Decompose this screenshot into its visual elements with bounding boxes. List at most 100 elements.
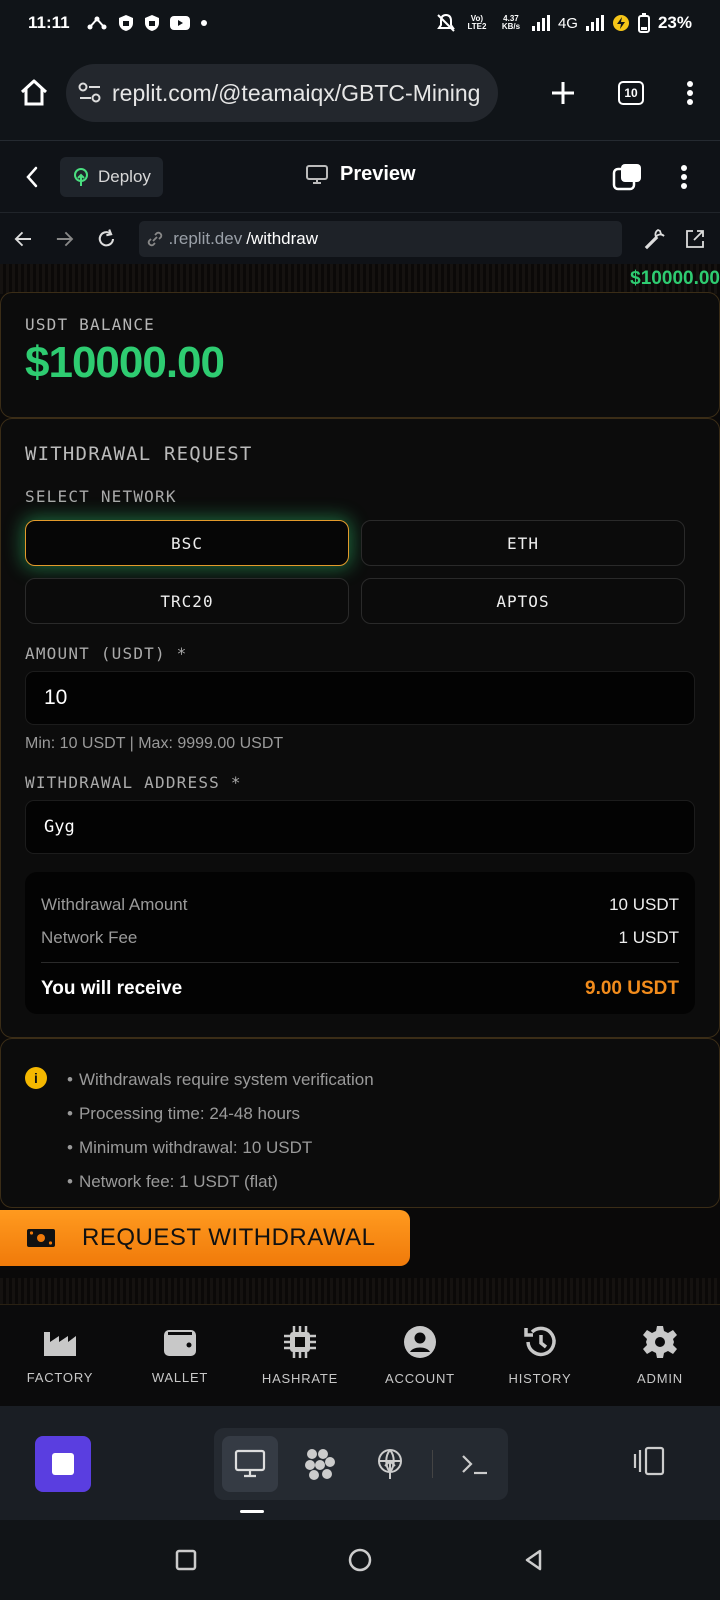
balance-value: $10000.00 — [25, 338, 225, 387]
reload-icon[interactable] — [96, 228, 117, 250]
address-input[interactable]: Gyg — [25, 800, 695, 854]
nav-account[interactable]: ACCOUNT — [365, 1325, 475, 1386]
back-triangle-icon[interactable] — [522, 1548, 546, 1572]
more-menu-icon[interactable] — [680, 164, 688, 190]
info-icon: i — [25, 1067, 47, 1089]
signal-icon — [585, 15, 604, 31]
preview-tools — [644, 228, 706, 250]
header-actions — [612, 163, 696, 191]
network-label: SELECT NETWORK — [25, 487, 177, 506]
home-circle-icon[interactable] — [347, 1547, 373, 1573]
summary-fee-row: Network Fee 1 USDT — [41, 921, 679, 954]
stop-button[interactable] — [35, 1436, 91, 1492]
tool-divider — [432, 1450, 433, 1478]
deploy-tool-button[interactable] — [362, 1436, 418, 1492]
browser-actions: 10 — [550, 80, 702, 106]
replit-header: Deploy Preview — [0, 140, 720, 212]
mute-bell-icon — [437, 13, 455, 32]
balance-label: USDT BALANCE — [25, 315, 155, 334]
panels-icon — [633, 1446, 665, 1476]
request-withdrawal-label: REQUEST WITHDRAWAL — [82, 1224, 376, 1251]
nav-back-arrow-icon[interactable] — [14, 230, 33, 248]
signal-icon — [531, 15, 550, 31]
recents-square-icon[interactable] — [174, 1548, 198, 1572]
cpu-chip-icon — [284, 1326, 316, 1358]
summary-fee-label: Network Fee — [41, 927, 138, 947]
network-option-eth[interactable]: ETH — [361, 520, 685, 566]
app-bottom-nav: FACTORY WALLET HASHRATE ACCOUNT HISTORY … — [0, 1304, 720, 1406]
preview-url-bar[interactable]: .replit.dev/withdraw — [138, 220, 623, 257]
deploy-button[interactable]: Deploy — [60, 156, 163, 197]
notification-icons — [86, 14, 208, 32]
address-label: WITHDRAWAL ADDRESS * — [25, 773, 242, 792]
tabs-overview-icon[interactable] — [612, 163, 642, 191]
wrench-icon[interactable] — [644, 228, 666, 250]
new-tab-icon[interactable] — [550, 80, 576, 106]
nav-hashrate-label: HASHRATE — [261, 1371, 339, 1386]
nav-factory-label: FACTORY — [26, 1370, 94, 1385]
factory-icon — [44, 1332, 76, 1356]
gear-icon — [643, 1326, 677, 1358]
info-notice-card: i Withdrawals require system verificatio… — [0, 1038, 720, 1208]
network-selector: BSC ETH TRC20 APTOS — [25, 520, 695, 624]
summary-amount-label: Withdrawal Amount — [41, 894, 188, 914]
network-share-icon — [87, 16, 107, 30]
shield-icon — [118, 15, 133, 31]
site-settings-icon[interactable] — [78, 82, 102, 104]
info-list: Withdrawals require system verification … — [67, 1063, 374, 1191]
network-option-bsc[interactable]: BSC — [25, 520, 349, 566]
request-withdrawal-button[interactable]: REQUEST WITHDRAWAL — [0, 1210, 410, 1266]
preview-nav-bar: .replit.dev/withdraw — [0, 212, 720, 264]
network-option-aptos[interactable]: APTOS — [361, 578, 685, 624]
status-bar: 11:11 Vo) LTE2 4.37 KB/s 4G 23% — [0, 0, 720, 46]
nav-wallet-label: WALLET — [151, 1370, 209, 1385]
nav-admin-label: ADMIN — [637, 1371, 683, 1386]
data-speed: 4.37 KB/s — [501, 14, 521, 31]
preview-label: Preview — [340, 163, 416, 185]
system-indicators: Vo) LTE2 4.37 KB/s 4G 23% — [436, 13, 692, 33]
more-menu-icon[interactable] — [686, 80, 694, 106]
nav-forward-arrow-icon[interactable] — [55, 230, 74, 248]
amount-label: AMOUNT (USDT) * — [25, 644, 188, 663]
panels-button[interactable] — [632, 1446, 666, 1476]
summary-amount-value: 10 USDT — [609, 894, 679, 914]
receive-label: You will receive — [41, 978, 183, 999]
nav-account-label: ACCOUNT — [385, 1371, 455, 1386]
network-option-trc20[interactable]: TRC20 — [25, 578, 349, 624]
back-chevron-icon[interactable] — [24, 165, 40, 189]
replit-toolbar — [0, 1406, 720, 1520]
info-item: Minimum withdrawal: 10 USDT — [67, 1131, 374, 1165]
tab-switcher-button[interactable]: 10 — [618, 81, 644, 105]
nav-history[interactable]: HISTORY — [485, 1325, 595, 1386]
system-nav-bar — [0, 1520, 720, 1600]
preview-url-path: /withdraw — [246, 228, 319, 248]
nav-factory[interactable]: FACTORY — [5, 1326, 115, 1385]
shell-tool-button[interactable] — [447, 1436, 503, 1492]
amount-input[interactable]: 10 — [25, 671, 695, 725]
nav-hashrate[interactable]: HASHRATE — [245, 1325, 355, 1386]
agent-tool-button[interactable] — [292, 1436, 348, 1492]
info-item: Network fee: 1 USDT (flat) — [67, 1165, 374, 1199]
youtube-icon — [169, 16, 190, 30]
withdrawal-form-card: WITHDRAWAL REQUEST SELECT NETWORK BSC ET… — [0, 418, 720, 1038]
app-viewport: $10000.00 USDT BALANCE $10000.00 WITHDRA… — [0, 264, 720, 1304]
summary-divider — [41, 962, 679, 963]
clock: 11:11 — [28, 13, 70, 32]
monitor-icon — [306, 164, 328, 184]
decorative-stripes — [0, 1278, 720, 1304]
deploy-icon — [74, 167, 88, 186]
open-external-icon[interactable] — [684, 228, 706, 250]
terminal-prompt-icon — [462, 1455, 487, 1475]
address-bar[interactable]: replit.com/@teamaiqx/GBTC-Mining — [66, 64, 498, 122]
wallet-icon — [164, 1330, 196, 1356]
home-icon[interactable] — [18, 77, 50, 109]
nav-admin[interactable]: ADMIN — [605, 1325, 715, 1386]
browser-toolbar: replit.com/@teamaiqx/GBTC-Mining 10 — [0, 46, 720, 140]
stop-icon — [52, 1453, 74, 1475]
summary-total-row: You will receive 9.00 USDT — [41, 969, 679, 1009]
summary-amount-row: Withdrawal Amount 10 USDT — [41, 888, 679, 921]
preview-tool-button[interactable] — [222, 1436, 278, 1492]
amount-hint: Min: 10 USDT | Max: 9999.00 USDT — [25, 735, 284, 752]
nav-wallet[interactable]: WALLET — [125, 1326, 235, 1385]
balance-card: USDT BALANCE $10000.00 — [0, 292, 720, 418]
